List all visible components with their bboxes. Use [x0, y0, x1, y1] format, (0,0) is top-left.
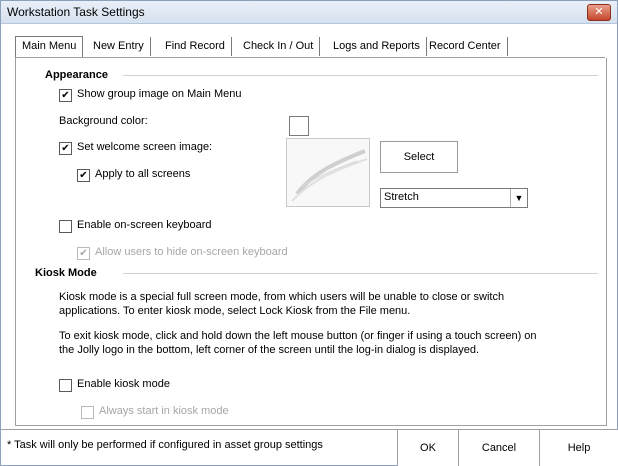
image-scaling-value: Stretch: [384, 191, 419, 203]
enable-keyboard-label: Enable on-screen keyboard: [77, 219, 212, 231]
apply-all-screens-label: Apply to all screens: [95, 168, 191, 180]
enable-keyboard-checkbox[interactable]: [59, 220, 72, 233]
tab-main-menu[interactable]: Main Menu: [15, 36, 84, 57]
enable-kiosk-label: Enable kiosk mode: [77, 378, 170, 390]
set-welcome-image-checkbox[interactable]: [59, 142, 72, 155]
welcome-image-preview: [286, 138, 370, 207]
kiosk-description-line4: the Jolly logo in the bottom, left corne…: [59, 344, 480, 356]
always-start-kiosk-label: Always start in kiosk mode: [99, 405, 229, 417]
settings-window: Workstation Task Settings ✕ Main Menu Ne…: [0, 0, 618, 466]
allow-hide-keyboard-label: Allow users to hide on-screen keyboard: [95, 246, 288, 258]
background-color-swatch[interactable]: [289, 116, 309, 136]
kiosk-description-line2: applications. To enter kiosk mode, selec…: [59, 305, 411, 317]
title-bar: Workstation Task Settings ✕: [1, 1, 617, 24]
tab-check-in-out[interactable]: Check In / Out: [237, 37, 321, 56]
kiosk-divider: [123, 273, 598, 274]
tab-new-entry[interactable]: New Entry: [87, 37, 151, 56]
kiosk-section-title: Kiosk Mode: [35, 267, 97, 279]
show-group-image-checkbox[interactable]: [59, 89, 72, 102]
tab-logs-and-reports[interactable]: Logs and Reports: [327, 37, 427, 56]
welcome-image-thumbnail-icon: [291, 149, 368, 202]
kiosk-description-line1: Kiosk mode is a special full screen mode…: [59, 291, 505, 303]
footer-note: * Task will only be performed if configu…: [7, 439, 323, 451]
apply-all-screens-checkbox[interactable]: [77, 169, 90, 182]
always-start-kiosk-checkbox[interactable]: [81, 406, 94, 419]
tab-record-center[interactable]: Record Center: [423, 37, 508, 56]
close-icon: ✕: [594, 6, 604, 18]
kiosk-description-line3: To exit kiosk mode, click and hold down …: [59, 330, 537, 342]
cancel-button[interactable]: Cancel: [458, 429, 539, 466]
background-color-label: Background color:: [59, 115, 148, 127]
image-scaling-select[interactable]: Stretch ▼: [380, 188, 528, 208]
ok-button[interactable]: OK: [397, 429, 458, 466]
set-welcome-image-label: Set welcome screen image:: [77, 141, 213, 153]
chevron-down-icon: ▼: [510, 189, 527, 207]
appearance-divider: [123, 75, 598, 76]
select-image-button[interactable]: Select: [380, 141, 458, 173]
allow-hide-keyboard-checkbox[interactable]: [77, 247, 90, 260]
tab-find-record[interactable]: Find Record: [159, 37, 232, 56]
close-button[interactable]: ✕: [587, 4, 611, 21]
tab-panel: [15, 58, 607, 426]
appearance-section-title: Appearance: [45, 69, 108, 81]
help-button[interactable]: Help: [539, 429, 618, 466]
window-title: Workstation Task Settings: [7, 5, 145, 19]
show-group-image-label: Show group image on Main Menu: [77, 88, 242, 100]
enable-kiosk-checkbox[interactable]: [59, 379, 72, 392]
